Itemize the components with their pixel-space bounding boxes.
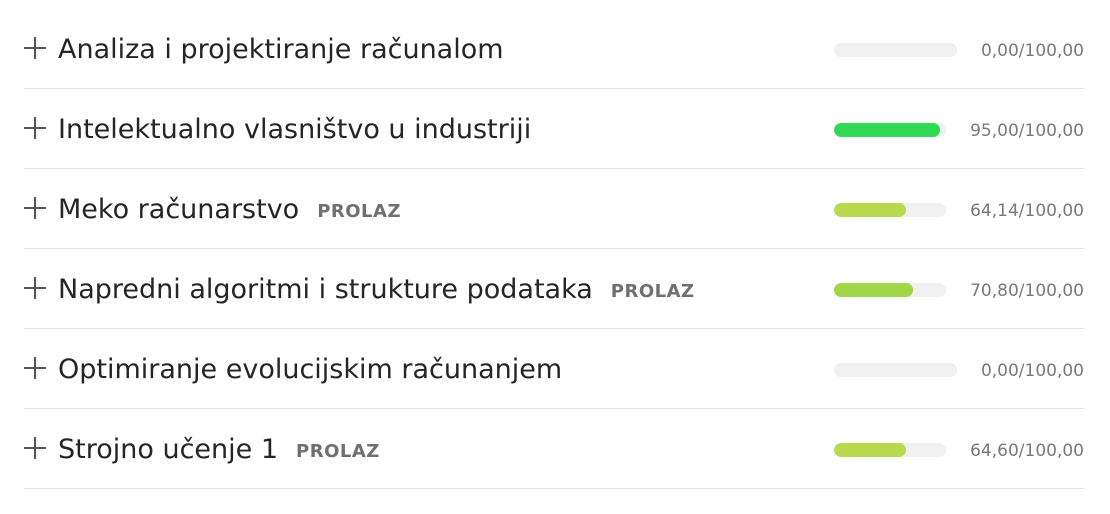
expand-plus-icon[interactable] [24, 277, 46, 299]
expand-plus-icon[interactable] [24, 437, 46, 459]
expand-plus-icon[interactable] [24, 117, 46, 139]
course-title[interactable]: Meko računarstvo [58, 194, 299, 225]
progress-bar [834, 443, 946, 457]
expand-plus-icon[interactable] [24, 357, 46, 379]
course-row[interactable]: Napredni algoritmi i strukture podataka … [24, 249, 1084, 329]
course-row[interactable]: Analiza i projektiranje računalom 0,00/1… [24, 9, 1084, 89]
course-title[interactable]: Strojno učenje 1 [58, 434, 278, 465]
expand-plus-icon[interactable] [24, 37, 46, 59]
progress-bar [834, 283, 946, 297]
expand-plus-icon[interactable] [24, 197, 46, 219]
progress-bar-fill [834, 443, 907, 457]
progress-bar [834, 203, 946, 217]
course-row[interactable]: Intelektualno vlasništvo u industriji 95… [24, 89, 1084, 169]
progress-bar-fill [834, 203, 906, 217]
score-text: 95,00/100,00 [970, 121, 1084, 141]
course-title[interactable]: Analiza i projektiranje računalom [58, 34, 504, 65]
progress-bar [834, 363, 957, 377]
status-badge: PROLAZ [317, 200, 402, 222]
progress-bar-fill [834, 283, 914, 297]
score-text: 64,60/100,00 [970, 441, 1084, 461]
progress-bar [834, 43, 957, 57]
course-title[interactable]: Optimiranje evolucijskim računanjem [58, 354, 562, 385]
status-badge: PROLAZ [296, 440, 380, 462]
course-title[interactable]: Intelektualno vlasništvo u industriji [58, 114, 531, 145]
score-text: 0,00/100,00 [980, 361, 1084, 381]
course-list: Analiza i projektiranje računalom 0,00/1… [24, 9, 1084, 489]
score-text: 70,80/100,00 [970, 281, 1084, 301]
course-row[interactable]: Strojno učenje 1 PROLAZ 64,60/100,00 [24, 409, 1084, 489]
score-text: 64,14/100,00 [970, 201, 1084, 221]
progress-bar-fill [834, 123, 941, 137]
score-text: 0,00/100,00 [980, 41, 1084, 61]
progress-bar [834, 123, 946, 137]
course-title[interactable]: Napredni algoritmi i strukture podataka [58, 274, 593, 305]
status-badge: PROLAZ [610, 280, 695, 302]
course-row[interactable]: Meko računarstvo PROLAZ 64,14/100,00 [24, 169, 1084, 249]
course-row[interactable]: Optimiranje evolucijskim računanjem 0,00… [24, 329, 1084, 409]
